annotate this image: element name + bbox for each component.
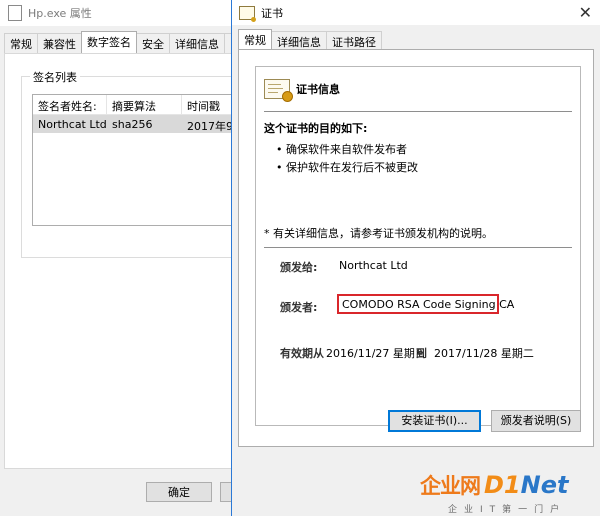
watermark-net: Net [520, 471, 569, 499]
issued-to-value: Northcat Ltd [339, 259, 408, 272]
issued-by-label: 颁发者: [280, 301, 318, 314]
column-signer-name[interactable]: 签名者姓名: [33, 95, 108, 114]
tab-digital-signatures[interactable]: 数字签名 [81, 31, 137, 53]
tab-cert-general[interactable]: 常规 [238, 29, 272, 51]
certificate-window: 证书 ✕ 常规 详细信息 证书路径 证书信息 这个证书的目的如下: • 确保软件… [231, 0, 600, 516]
issued-to-label: 颁发给: [280, 261, 318, 274]
certificate-info-box: 证书信息 这个证书的目的如下: • 确保软件来自软件发布者 • 保护软件在发行后… [255, 66, 581, 426]
signature-list-label: 签名列表 [30, 69, 80, 85]
valid-to-value: 2017/11/28 星期二 [434, 347, 534, 360]
issued-by-value: COMODO RSA Code Signing CA [337, 294, 514, 314]
watermark-logo: 企业网 D1 Net [420, 470, 568, 500]
properties-titlebar: Hp.exe 属性 [0, 0, 240, 26]
watermark-cn: 企业网 [420, 474, 481, 498]
certificate-document-icon [264, 79, 293, 102]
column-digest-algorithm[interactable]: 摘要算法 [107, 95, 183, 114]
divider [264, 111, 572, 112]
valid-from-value: 2016/11/27 星期日 [326, 347, 426, 360]
cert-info-header: 证书信息 [264, 79, 340, 102]
signature-list-header: 签名者姓名: 摘要算法 时间戳 [33, 95, 239, 115]
tab-cert-path[interactable]: 证书路径 [326, 31, 382, 51]
tab-details[interactable]: 详细信息 [169, 33, 225, 53]
details-note: * 有关详细信息，请参考证书颁发机构的说明。 [264, 227, 493, 240]
signatures-panel: 签名列表 签名者姓名: 摘要算法 时间戳 Northcat Ltd sha256… [4, 53, 245, 469]
certificate-icon [239, 5, 256, 22]
cert-info-title: 证书信息 [296, 83, 340, 96]
tab-compatibility[interactable]: 兼容性 [37, 33, 82, 53]
signature-list-group: 签名列表 签名者姓名: 摘要算法 时间戳 Northcat Ltd sha256… [21, 69, 245, 258]
ok-button[interactable]: 确定 [146, 482, 212, 502]
file-icon [8, 5, 22, 21]
purpose-item: • 保护软件在发行后不被更改 [276, 161, 418, 174]
certificate-general-panel: 证书信息 这个证书的目的如下: • 确保软件来自软件发布者 • 保护软件在发行后… [238, 49, 594, 447]
watermark-d1: D1 [484, 471, 521, 499]
validity-label: 有效期从 [280, 347, 324, 360]
tab-general[interactable]: 常规 [4, 33, 38, 53]
divider [264, 247, 572, 248]
properties-title: Hp.exe 属性 [28, 7, 92, 20]
certificate-titlebar: 证书 ✕ [232, 0, 600, 25]
issuer-statement-button[interactable]: 颁发者说明(S) [491, 410, 581, 432]
watermark-tagline: 企业IT第一门户 [448, 505, 567, 515]
tab-cert-details[interactable]: 详细信息 [271, 31, 327, 51]
file-properties-window: Hp.exe 属性 常规 兼容性 数字签名 安全 详细信息 以前 签名列表 签名… [0, 0, 258, 516]
tab-security[interactable]: 安全 [136, 33, 170, 53]
signature-list[interactable]: 签名者姓名: 摘要算法 时间戳 Northcat Ltd sha256 2017… [32, 94, 240, 226]
validity-to-label: 到 [416, 347, 427, 360]
certificate-tabs: 常规 详细信息 证书路径 [238, 29, 382, 51]
table-row[interactable]: Northcat Ltd sha256 2017年9 [33, 115, 239, 133]
properties-tabs: 常规 兼容性 数字签名 安全 详细信息 以前 [4, 31, 258, 53]
cell-digest: sha256 [112, 118, 153, 131]
cell-signer: Northcat Ltd [38, 118, 107, 131]
install-certificate-button[interactable]: 安装证书(I)... [388, 410, 481, 432]
purpose-title: 这个证书的目的如下: [264, 122, 368, 135]
certificate-title: 证书 [261, 6, 283, 20]
purpose-item: • 确保软件来自软件发布者 [276, 143, 407, 156]
close-icon[interactable]: ✕ [579, 3, 592, 22]
